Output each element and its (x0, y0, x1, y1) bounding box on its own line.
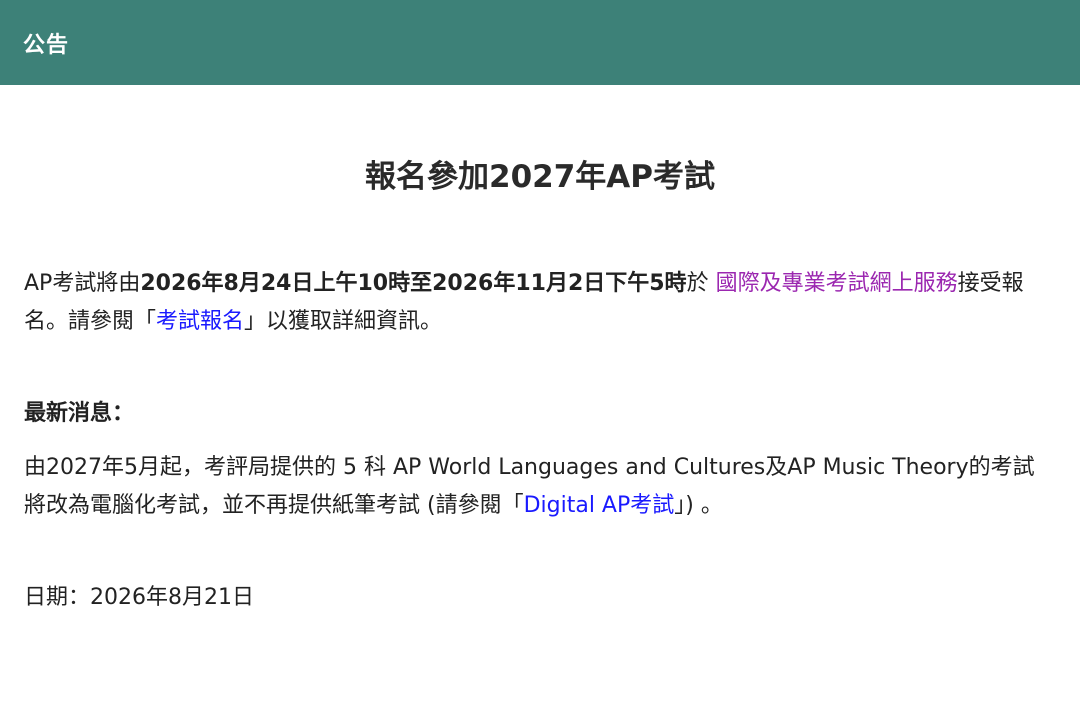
announcement-date: 日期：2026年8月21日 (24, 585, 254, 610)
news-text: 」) 。 (674, 493, 723, 518)
paragraph-text: 」以獲取詳細資訊。 (244, 309, 443, 334)
announcement-content: 報名參加2027年AP考試 AP考試將由2026年8月24日上午10時至2026… (0, 157, 1080, 617)
paragraph-text: 於 (686, 271, 716, 296)
paragraph-text: AP考試將由 (24, 271, 141, 296)
news-heading: 最新消息： (24, 401, 135, 426)
header-title: 公告 (23, 32, 70, 58)
exam-registration-link[interactable]: 考試報名 (156, 309, 244, 334)
online-service-link[interactable]: 國際及專業考試網上服務 (716, 271, 958, 296)
digital-ap-link[interactable]: Digital AP考試 (524, 493, 675, 518)
registration-period: 2026年8月24日上午10時至2026年11月2日下午5時 (140, 271, 687, 296)
page-title: 報名參加2027年AP考試 (365, 159, 715, 195)
registration-paragraph: AP考試將由2026年8月24日上午10時至2026年11月2日下午5時於 國際… (24, 265, 1056, 341)
header-bar: 公告 (0, 0, 1080, 85)
news-paragraph: 由2027年5月起，考評局提供的 5 科 AP World Languages … (24, 449, 1056, 525)
